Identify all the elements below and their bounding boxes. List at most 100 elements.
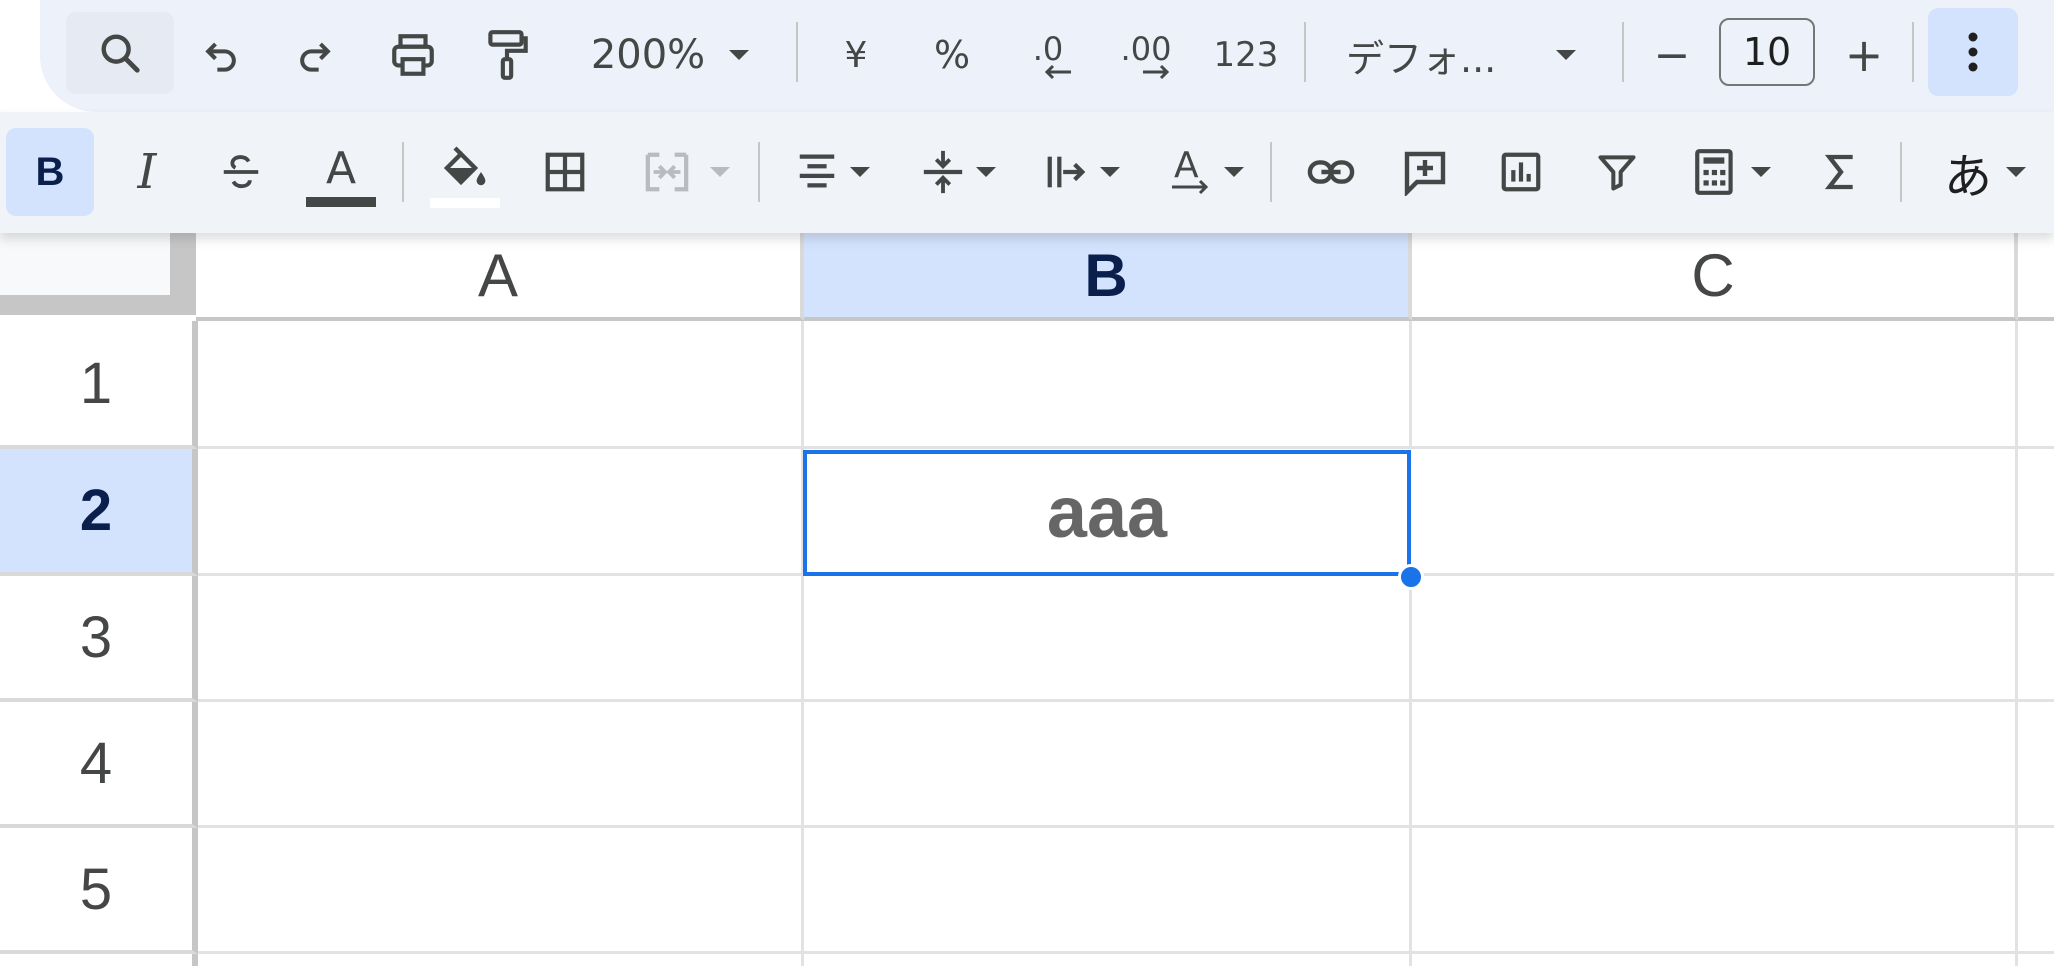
row-header-2[interactable]: 2: [0, 449, 198, 576]
text-rotation-button[interactable]: A: [1154, 132, 1258, 212]
insert-link-button[interactable]: [1296, 132, 1366, 212]
percent-format-button[interactable]: %: [916, 20, 988, 90]
cell-a6[interactable]: [198, 954, 804, 966]
insert-comment-button[interactable]: [1390, 132, 1460, 212]
decrease-font-size-button[interactable]: −: [1640, 20, 1704, 90]
fill-color-swatch: [430, 198, 500, 208]
cell-a5[interactable]: [198, 828, 804, 954]
toolbar-divider: [1304, 22, 1306, 82]
paint-bucket-icon: [443, 146, 486, 186]
paint-roller-icon: [488, 30, 528, 80]
cell-b3[interactable]: [804, 576, 1412, 702]
text-wrapping-button[interactable]: [1030, 132, 1134, 212]
strikethrough-button[interactable]: [206, 132, 276, 212]
font-family-select[interactable]: デフォ...: [1336, 20, 1586, 90]
row-header-5[interactable]: 5: [0, 828, 198, 954]
row-header-4[interactable]: 4: [0, 702, 198, 828]
cell-c3[interactable]: [1412, 576, 2018, 702]
font-family-value: デフォ...: [1346, 36, 1497, 81]
minus-label: −: [1653, 29, 1691, 81]
cell-a2[interactable]: [198, 449, 804, 576]
number-format-label: 123: [1213, 35, 1279, 75]
horizontal-align-button[interactable]: [780, 132, 884, 212]
paint-format-button[interactable]: [474, 20, 540, 90]
cell-b6[interactable]: [804, 954, 1412, 966]
active-cell-b2[interactable]: aaa: [803, 450, 1411, 576]
toolbar-divider: [758, 142, 760, 202]
column-header-a[interactable]: A: [196, 233, 804, 321]
column-header-c[interactable]: C: [1412, 233, 2018, 321]
zoom-dropdown-icon: [729, 50, 750, 60]
fill-handle[interactable]: [1398, 564, 1424, 590]
text-color-letter: A: [325, 143, 357, 194]
undo-icon: [205, 42, 236, 72]
percent-label: %: [933, 33, 971, 77]
cell-b1[interactable]: [804, 321, 1412, 449]
undo-button[interactable]: [190, 20, 252, 90]
calculator-icon: [1695, 149, 1733, 195]
cell-b5[interactable]: [804, 828, 1412, 954]
cell-c5[interactable]: [1412, 828, 2018, 954]
input-tools-button[interactable]: あ: [1926, 132, 2044, 212]
more-options-button[interactable]: [1928, 8, 2018, 96]
redo-button[interactable]: [284, 20, 346, 90]
column-header-d[interactable]: [2018, 233, 2054, 321]
cell-c2[interactable]: [1412, 449, 2018, 576]
decrease-decimal-button[interactable]: .0: [1010, 20, 1086, 94]
cell-a4[interactable]: [198, 702, 804, 828]
text-color-button[interactable]: A: [300, 132, 382, 222]
cell-d2[interactable]: [2018, 449, 2054, 576]
vertical-align-button[interactable]: [906, 132, 1010, 212]
cell-b4[interactable]: [804, 702, 1412, 828]
font-size-input[interactable]: 10: [1719, 18, 1815, 86]
cell-c1[interactable]: [1412, 321, 2018, 449]
merge-dropdown-icon: [710, 167, 730, 177]
currency-format-button[interactable]: ¥: [820, 20, 892, 90]
increase-font-size-button[interactable]: +: [1832, 20, 1896, 90]
borders-button[interactable]: [528, 132, 602, 212]
merge-cells-button[interactable]: [626, 132, 746, 212]
row-header-label: 1: [79, 350, 113, 416]
italic-button[interactable]: I: [112, 132, 182, 212]
add-comment-icon: [1404, 151, 1446, 196]
row-header-1[interactable]: 1: [0, 321, 198, 449]
chart-icon: [1501, 152, 1541, 192]
row-header-label: 5: [79, 856, 113, 922]
print-button[interactable]: [380, 20, 446, 90]
row-header-6[interactable]: [0, 954, 198, 966]
search-icon: [101, 34, 140, 73]
cell-a3[interactable]: [198, 576, 804, 702]
cell-d5[interactable]: [2018, 828, 2054, 954]
column-header-b[interactable]: B: [804, 233, 1412, 321]
functions-menu-button[interactable]: [1676, 132, 1786, 212]
cell-d3[interactable]: [2018, 576, 2054, 702]
bold-button[interactable]: B: [6, 128, 94, 216]
cell-c4[interactable]: [1412, 702, 2018, 828]
link-icon: [1307, 160, 1355, 184]
more-formats-button[interactable]: 123: [1206, 20, 1286, 90]
insert-chart-button[interactable]: [1486, 132, 1556, 212]
arrow-right-icon: [1143, 64, 1170, 80]
cell-a1[interactable]: [198, 321, 804, 449]
functions-dropdown-icon: [1751, 167, 1771, 177]
row-header-label: 4: [79, 730, 113, 796]
cell-c6[interactable]: [1412, 954, 2018, 966]
increase-decimal-button[interactable]: .00: [1104, 20, 1188, 94]
cell-d4[interactable]: [2018, 702, 2054, 828]
redo-icon: [300, 42, 331, 72]
vertical-align-middle-icon: [923, 150, 963, 194]
cell-d1[interactable]: [2018, 321, 2054, 449]
row-header-3[interactable]: 3: [0, 576, 198, 702]
sum-function-button[interactable]: [1806, 132, 1876, 212]
select-all-corner[interactable]: [0, 233, 196, 315]
toolbar-divider: [796, 22, 798, 82]
row-header-label: 3: [79, 604, 113, 670]
create-filter-button[interactable]: [1582, 132, 1652, 212]
fill-color-button[interactable]: [424, 132, 506, 222]
increase-decimal-label: .00: [1120, 30, 1172, 68]
search-menus-button[interactable]: [66, 12, 174, 94]
toolbar-divider: [402, 142, 404, 202]
zoom-value: 200%: [590, 32, 706, 78]
column-header-label: B: [1084, 241, 1128, 309]
zoom-select[interactable]: 200%: [570, 20, 770, 90]
